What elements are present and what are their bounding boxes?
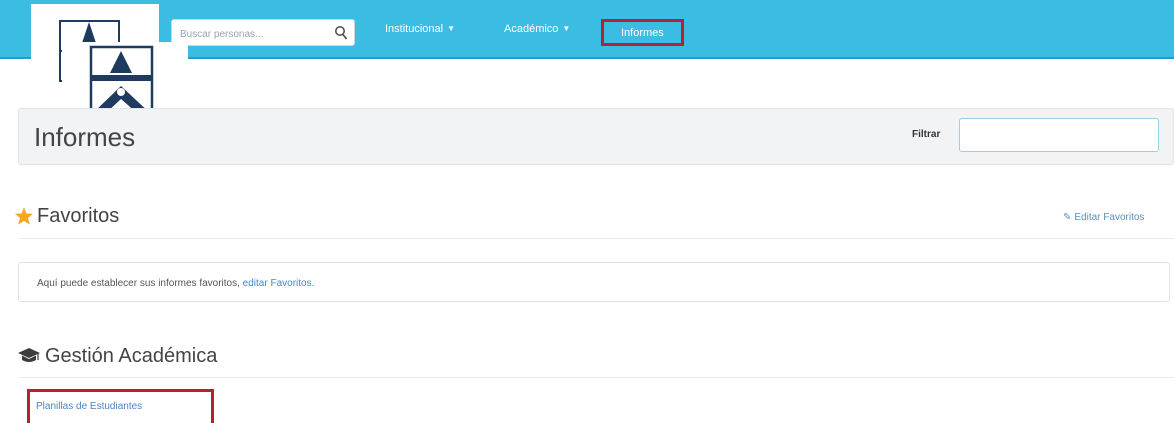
- favorites-message: Aquí puede establecer sus informes favor…: [37, 278, 314, 289]
- filter-input[interactable]: [959, 118, 1159, 152]
- filter-label: Filtrar: [912, 129, 941, 140]
- edit-icon: ✎: [1063, 212, 1072, 223]
- chevron-down-icon: ▼: [447, 24, 456, 33]
- edit-favorites-link[interactable]: ✎ Editar Favoritos: [1063, 212, 1144, 223]
- divider: [18, 238, 1174, 239]
- nav-institucional[interactable]: Institucional ▼: [385, 23, 455, 35]
- nav-informes[interactable]: Informes: [601, 19, 684, 46]
- nav-informes-label: Informes: [621, 27, 664, 39]
- search-icon[interactable]: [334, 25, 348, 41]
- page-title: Informes: [34, 122, 136, 152]
- edit-favorites-inline-link[interactable]: editar Favoritos.: [243, 278, 315, 289]
- search-input[interactable]: [178, 24, 330, 44]
- nav-academico-label: Académico: [504, 23, 559, 35]
- favorites-message-text: Aquí puede establecer sus informes favor…: [37, 278, 240, 289]
- nav-academico[interactable]: Académico ▼: [504, 23, 570, 35]
- search-box[interactable]: [171, 19, 355, 46]
- star-icon: [14, 207, 34, 225]
- edit-favorites-label: Editar Favoritos: [1074, 212, 1145, 223]
- divider: [18, 377, 1174, 378]
- nav-institucional-label: Institucional: [385, 23, 444, 35]
- report-link-planillas[interactable]: Planillas de Estudiantes: [27, 389, 214, 423]
- graduation-cap-icon: [18, 348, 40, 362]
- academic-title: Gestión Académica: [45, 345, 218, 367]
- chevron-down-icon: ▼: [562, 24, 571, 33]
- report-link-label[interactable]: Planillas de Estudiantes: [36, 401, 142, 412]
- favorites-title: Favoritos: [37, 205, 120, 227]
